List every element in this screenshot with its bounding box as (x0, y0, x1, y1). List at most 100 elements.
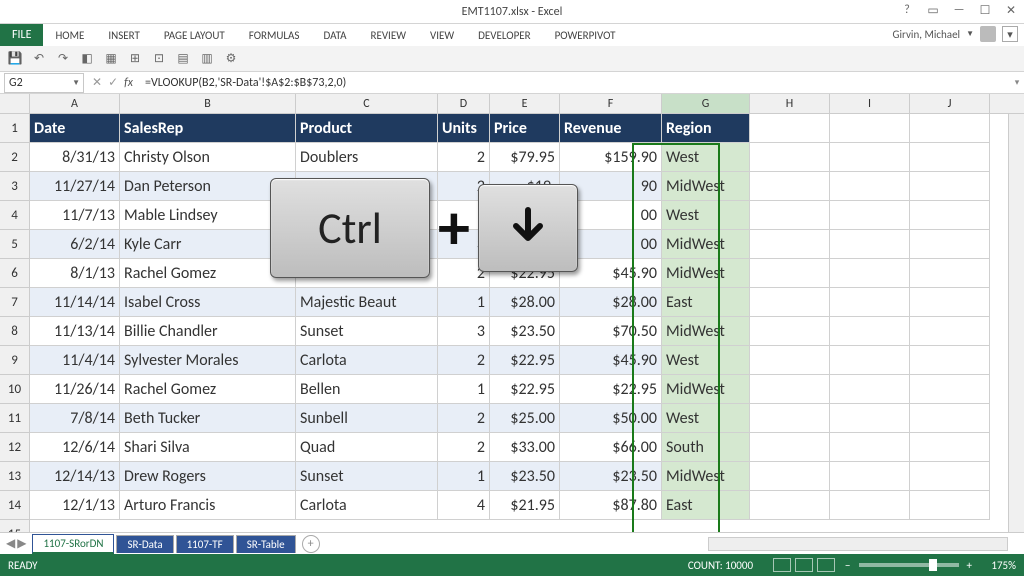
cell[interactable]: 11/4/14 (30, 346, 120, 375)
cell[interactable]: Isabel Cross (120, 288, 296, 317)
view-buttons[interactable] (773, 558, 835, 572)
cell[interactable]: 6/2/14 (30, 230, 120, 259)
cell[interactable] (750, 230, 830, 259)
cell[interactable]: Kyle Carr (120, 230, 296, 259)
cell[interactable]: 11/14/14 (30, 288, 120, 317)
cell[interactable]: 2 (438, 346, 490, 375)
sheet-tab[interactable]: SR-Table (236, 535, 296, 553)
cell[interactable]: 11/7/13 (30, 201, 120, 230)
cell[interactable]: $28.00 (490, 288, 560, 317)
tab-insert[interactable]: INSERT (96, 24, 152, 46)
cell[interactable]: MidWest (662, 375, 750, 404)
cell[interactable] (830, 433, 910, 462)
cell[interactable]: 8/1/13 (30, 259, 120, 288)
cell[interactable]: $23.50 (490, 317, 560, 346)
cell[interactable] (830, 346, 910, 375)
cell[interactable]: Rachel Gomez (120, 375, 296, 404)
qat-icon[interactable]: ⊡ (150, 50, 168, 68)
cell[interactable]: 2 (438, 433, 490, 462)
undo-icon[interactable]: ↶ (30, 50, 48, 68)
cell[interactable]: 4 (438, 491, 490, 520)
sheet-nav[interactable]: ◀▶ (0, 536, 32, 551)
row-header[interactable]: 5 (0, 230, 29, 259)
col-header-C[interactable]: C (296, 94, 438, 113)
cell[interactable]: $22.95 (490, 346, 560, 375)
cell[interactable]: Doublers (296, 143, 438, 172)
user-name[interactable]: Girvin, Michael (893, 28, 961, 41)
header-cell[interactable]: Price (490, 114, 560, 143)
row-header[interactable]: 2 (0, 143, 29, 172)
row-header[interactable]: 4 (0, 201, 29, 230)
cell[interactable] (910, 317, 990, 346)
cell[interactable]: $22.95 (490, 375, 560, 404)
fx-icon[interactable]: fx (124, 76, 133, 90)
cell[interactable]: 2 (438, 172, 490, 201)
cell[interactable]: 2 (438, 259, 490, 288)
cell[interactable]: $22.95 (560, 375, 662, 404)
cell[interactable]: 25. (490, 201, 560, 230)
cell[interactable]: Billie Chandler (120, 317, 296, 346)
cell[interactable]: Rachel Gomez (120, 259, 296, 288)
cell[interactable]: 11/13/14 (30, 317, 120, 346)
col-header-J[interactable]: J (910, 94, 990, 113)
sheet-tab[interactable]: 1107-SRorDN (32, 534, 114, 554)
cell[interactable] (830, 462, 910, 491)
cell[interactable] (296, 172, 438, 201)
cell[interactable]: 00 (560, 201, 662, 230)
new-sheet-button[interactable]: + (302, 535, 320, 553)
cell[interactable] (910, 462, 990, 491)
qat-icon[interactable]: ⊞ (126, 50, 144, 68)
cell[interactable]: MidWest (662, 317, 750, 346)
cell[interactable]: $50.00 (560, 404, 662, 433)
cell[interactable]: 12/1/13 (30, 491, 120, 520)
cell[interactable]: $87.80 (560, 491, 662, 520)
cell[interactable]: West (662, 143, 750, 172)
cell[interactable]: Arturo Francis (120, 491, 296, 520)
col-header-B[interactable]: B (120, 94, 296, 113)
cell[interactable] (750, 317, 830, 346)
cell[interactable]: West (662, 201, 750, 230)
header-cell[interactable]: Region (662, 114, 750, 143)
zoom-level[interactable]: 175% (972, 559, 1016, 572)
cell[interactable]: 11/26/14 (30, 375, 120, 404)
cell[interactable]: Majestic Beaut (296, 288, 438, 317)
cell[interactable] (910, 288, 990, 317)
formula-input[interactable]: =VLOOKUP(B2,'SR-Data'!$A$2:$B$73,2,0) (141, 76, 1010, 90)
row-header[interactable]: 6 (0, 259, 29, 288)
minimize-icon[interactable]: — (950, 2, 968, 18)
tab-review[interactable]: REVIEW (358, 24, 418, 46)
qat-icon[interactable]: ⚙ (222, 50, 240, 68)
cell[interactable] (830, 375, 910, 404)
col-header-I[interactable]: I (830, 94, 910, 113)
redo-icon[interactable]: ↷ (54, 50, 72, 68)
cell[interactable]: Sunbell (296, 404, 438, 433)
cell[interactable]: 2 (438, 143, 490, 172)
cell[interactable]: West (662, 404, 750, 433)
cell[interactable]: $21.95 (490, 491, 560, 520)
row-header[interactable]: 7 (0, 288, 29, 317)
cell[interactable] (750, 462, 830, 491)
tab-formulas[interactable]: FORMULAS (237, 24, 312, 46)
cell[interactable]: $79.95 (490, 143, 560, 172)
row-header[interactable]: 3 (0, 172, 29, 201)
header-cell[interactable]: Units (438, 114, 490, 143)
cell[interactable]: Sunset (296, 317, 438, 346)
cell[interactable]: East (662, 491, 750, 520)
cell[interactable] (910, 230, 990, 259)
cells-area[interactable]: DateSalesRepProductUnitsPriceRevenueRegi… (30, 114, 1024, 554)
cell[interactable]: Sunset (296, 462, 438, 491)
name-box[interactable]: G2 ▼ (4, 73, 84, 93)
cell[interactable]: 1 (438, 462, 490, 491)
cell[interactable] (296, 201, 438, 230)
header-cell[interactable] (750, 114, 830, 143)
cell[interactable] (830, 201, 910, 230)
tab-page-layout[interactable]: PAGE LAYOUT (152, 24, 237, 46)
cell[interactable] (750, 143, 830, 172)
cell[interactable] (750, 404, 830, 433)
cell[interactable] (910, 346, 990, 375)
qat-icon[interactable]: ▦ (102, 50, 120, 68)
cell[interactable]: 12/6/14 (30, 433, 120, 462)
cell[interactable]: $22.95 (490, 259, 560, 288)
cell[interactable]: MidWest (662, 172, 750, 201)
sheet-tab[interactable]: 1107-TF (176, 535, 234, 553)
